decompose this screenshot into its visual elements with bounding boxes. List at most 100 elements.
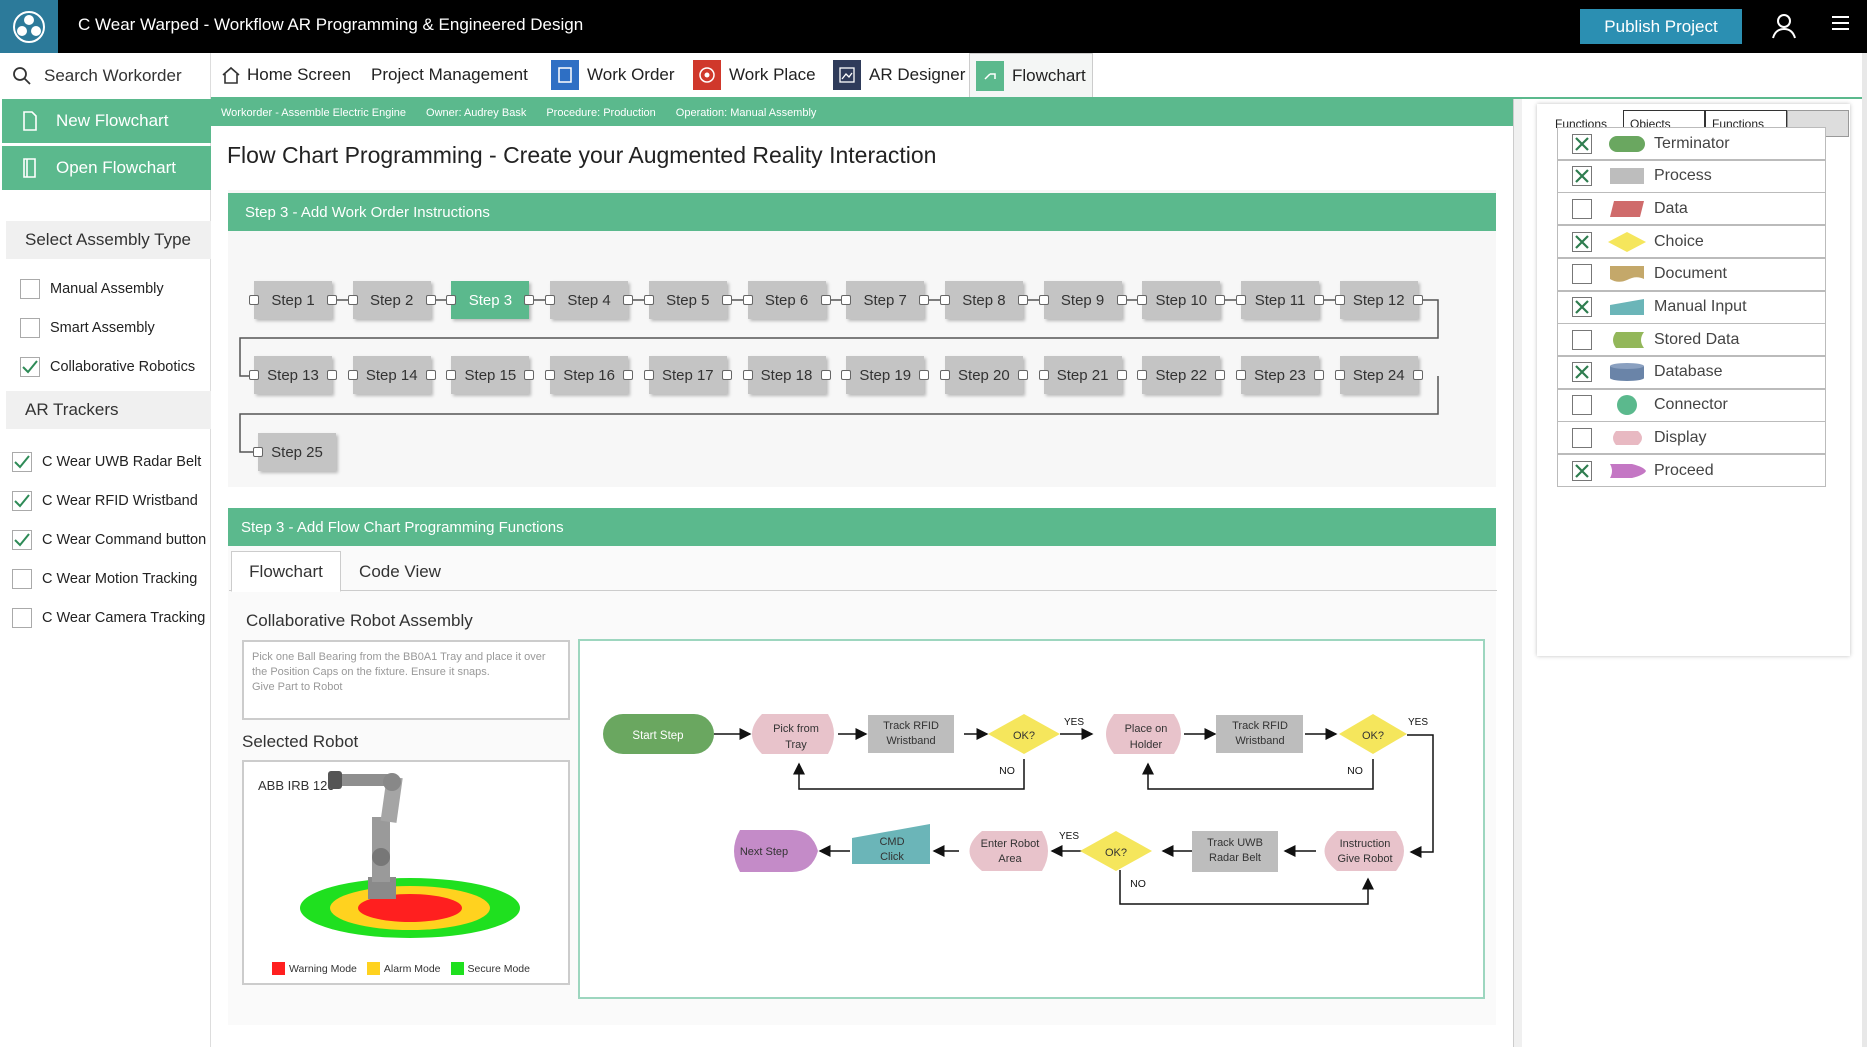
step-port-out[interactable] — [425, 295, 436, 305]
step-11[interactable]: Step 11 — [1241, 281, 1319, 319]
function-connector[interactable]: Connector — [1557, 388, 1826, 422]
function-choice[interactable]: Choice — [1557, 225, 1826, 259]
step-port-in[interactable] — [249, 370, 259, 380]
function-process[interactable]: Process — [1557, 159, 1826, 193]
step-5[interactable]: Step 5 — [648, 281, 727, 319]
checkbox[interactable] — [1572, 198, 1592, 219]
checkbox[interactable] — [1572, 329, 1592, 350]
step-3[interactable]: Step 3 — [451, 281, 530, 319]
function-document[interactable]: Document — [1557, 257, 1826, 291]
step-port-in[interactable] — [643, 370, 654, 380]
flow-node-enter-robot-area[interactable] — [969, 831, 1049, 871]
step-port-in[interactable] — [253, 447, 263, 457]
step-port-in[interactable] — [939, 370, 950, 380]
step-port-in[interactable] — [1038, 295, 1049, 305]
step-port-in[interactable] — [545, 370, 556, 380]
step-port-out[interactable] — [524, 295, 535, 305]
step-21[interactable]: Step 21 — [1043, 356, 1122, 394]
function-display[interactable]: Display — [1557, 421, 1826, 455]
checkbox-checked[interactable] — [1572, 362, 1592, 383]
step-1[interactable]: Step 1 — [254, 281, 332, 319]
step-port-out[interactable] — [425, 370, 436, 380]
function-manual-input[interactable]: Manual Input — [1557, 290, 1826, 324]
step-port-out[interactable] — [1412, 370, 1423, 380]
checkbox-checked[interactable] — [1572, 297, 1592, 317]
step-8[interactable]: Step 8 — [944, 281, 1023, 319]
step-6[interactable]: Step 6 — [747, 281, 826, 319]
checkbox-checked[interactable] — [1572, 133, 1592, 154]
flow-node-instruction[interactable] — [1324, 831, 1405, 871]
step-port-in[interactable] — [1137, 370, 1148, 380]
robot-preview[interactable]: ABB IRB 120 Warning Mode Alarm Mode Secu… — [242, 760, 570, 985]
step-23[interactable]: Step 23 — [1241, 356, 1319, 394]
step-port-in[interactable] — [446, 370, 457, 380]
step-port-in[interactable] — [1137, 295, 1148, 305]
step-24[interactable]: Step 24 — [1339, 356, 1418, 394]
step-port-out[interactable] — [820, 370, 831, 380]
step-port-out[interactable] — [1412, 295, 1423, 305]
step-18[interactable]: Step 18 — [747, 356, 826, 394]
step-10[interactable]: Step 10 — [1142, 281, 1221, 319]
instructions-textarea[interactable]: Pick one Ball Bearing from the BB0A1 Tra… — [242, 640, 570, 720]
step-13[interactable]: Step 13 — [254, 356, 332, 394]
step-17[interactable]: Step 17 — [648, 356, 727, 394]
function-database[interactable]: Database — [1557, 355, 1826, 389]
step-port-out[interactable] — [1116, 295, 1127, 305]
step-port-in[interactable] — [347, 295, 358, 305]
step-16[interactable]: Step 16 — [550, 356, 629, 394]
step-port-in[interactable] — [1334, 295, 1345, 305]
step-port-out[interactable] — [327, 370, 337, 380]
step-port-in[interactable] — [446, 295, 457, 305]
step-12[interactable]: Step 12 — [1339, 281, 1418, 319]
checkbox[interactable] — [1572, 264, 1592, 285]
step-9[interactable]: Step 9 — [1043, 281, 1122, 319]
step-25[interactable]: Step 25 — [258, 433, 336, 471]
step-port-out[interactable] — [623, 370, 634, 380]
step-port-out[interactable] — [1215, 295, 1226, 305]
step-port-out[interactable] — [327, 295, 337, 305]
step-port-in[interactable] — [742, 295, 753, 305]
step-port-out[interactable] — [524, 370, 535, 380]
step-2[interactable]: Step 2 — [352, 281, 431, 319]
checkbox[interactable] — [1572, 395, 1592, 416]
step-port-out[interactable] — [1314, 295, 1324, 305]
tab-flowchart-view[interactable]: Flowchart — [231, 551, 341, 592]
step-port-in[interactable] — [1236, 370, 1246, 380]
step-15[interactable]: Step 15 — [451, 356, 530, 394]
step-port-out[interactable] — [623, 295, 634, 305]
step-19[interactable]: Step 19 — [846, 356, 925, 394]
function-data[interactable]: Data — [1557, 192, 1826, 226]
step-7[interactable]: Step 7 — [846, 281, 925, 319]
step-port-in[interactable] — [1038, 370, 1049, 380]
checkbox-checked[interactable] — [1572, 460, 1592, 481]
function-proceed[interactable]: Proceed — [1557, 454, 1826, 487]
step-22[interactable]: Step 22 — [1142, 356, 1221, 394]
function-terminator[interactable]: Terminator — [1557, 127, 1826, 160]
step-port-out[interactable] — [919, 295, 930, 305]
step-port-out[interactable] — [919, 370, 930, 380]
step-port-in[interactable] — [643, 295, 654, 305]
checkbox[interactable] — [1572, 427, 1592, 448]
step-port-in[interactable] — [939, 295, 950, 305]
step-port-in[interactable] — [1236, 295, 1246, 305]
step-port-in[interactable] — [742, 370, 753, 380]
step-port-out[interactable] — [1017, 370, 1028, 380]
step-port-in[interactable] — [1334, 370, 1345, 380]
step-port-in[interactable] — [841, 370, 852, 380]
step-port-out[interactable] — [721, 370, 732, 380]
tab-code-view[interactable]: Code View — [345, 551, 455, 592]
checkbox-checked[interactable] — [1572, 166, 1592, 187]
function-stored-data[interactable]: Stored Data — [1557, 323, 1826, 357]
step-port-in[interactable] — [545, 295, 556, 305]
step-port-out[interactable] — [1116, 370, 1127, 380]
flowchart-canvas[interactable]: Start Step Pick from Tray Track RFID Wri… — [578, 639, 1485, 999]
checkbox-checked[interactable] — [1572, 231, 1592, 252]
step-port-in[interactable] — [841, 295, 852, 305]
step-port-out[interactable] — [820, 295, 831, 305]
step-port-in[interactable] — [249, 295, 259, 305]
step-port-out[interactable] — [1215, 370, 1226, 380]
step-14[interactable]: Step 14 — [352, 356, 431, 394]
step-port-out[interactable] — [721, 295, 732, 305]
step-port-out[interactable] — [1017, 295, 1028, 305]
step-20[interactable]: Step 20 — [944, 356, 1023, 394]
